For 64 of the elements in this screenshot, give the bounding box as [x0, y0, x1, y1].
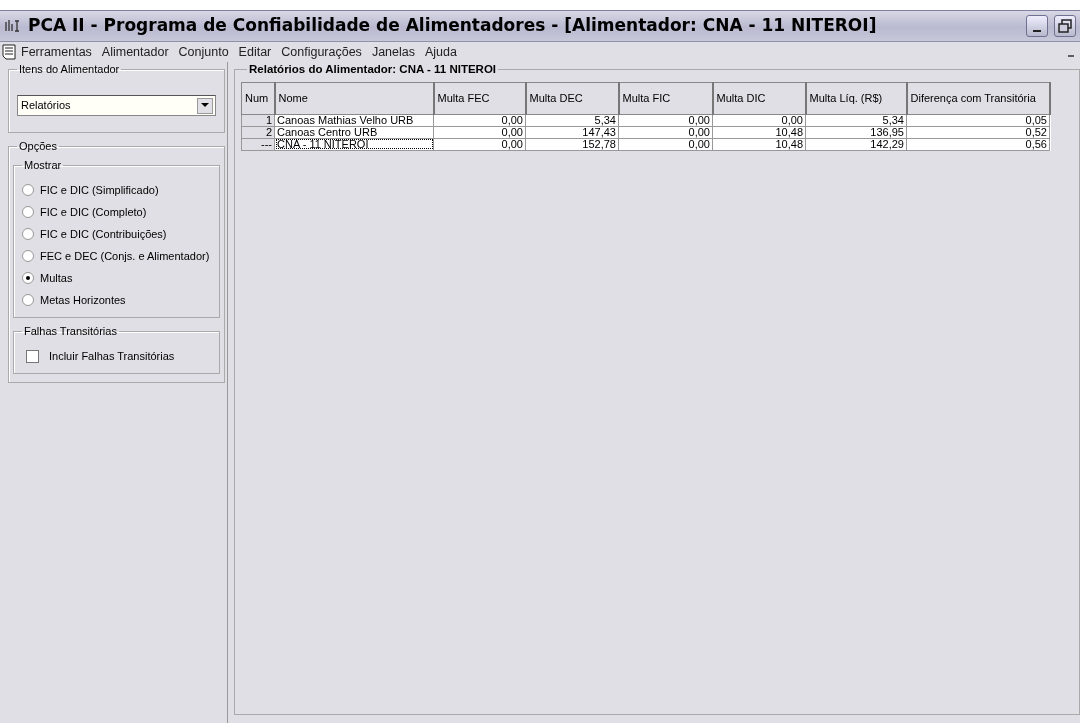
menu-item[interactable]: Conjunto: [173, 42, 234, 62]
group-title: Itens do Alimentador: [18, 64, 121, 75]
menu-item[interactable]: Editar: [233, 42, 277, 62]
table-cell: 136,95: [805, 126, 907, 138]
radio-button[interactable]: [22, 250, 34, 262]
radio-label: FIC e DIC (Simplificado): [40, 182, 159, 198]
radio-label: Metas Horizontes: [40, 292, 126, 308]
column-header[interactable]: Num: [241, 82, 275, 114]
column-header[interactable]: Multa DIC: [712, 82, 806, 114]
column-header[interactable]: Multa FEC: [433, 82, 526, 114]
table-cell: 0,00: [618, 138, 713, 150]
table-cell: 5,34: [805, 114, 907, 126]
table-cell: 147,43: [525, 126, 619, 138]
table-cell: CNA - 11 NITEROI: [274, 138, 434, 150]
radio-label: FIC e DIC (Completo): [40, 204, 147, 220]
column-header[interactable]: Multa DEC: [525, 82, 619, 114]
checkbox[interactable]: [26, 349, 39, 363]
group-title: Falhas Transitórias: [23, 326, 118, 337]
radio-button[interactable]: [22, 184, 34, 196]
table-cell: 0,00: [433, 138, 526, 150]
document-icon: [2, 44, 16, 60]
table-cell: 0,00: [618, 126, 713, 138]
menu-item[interactable]: Configurações: [276, 42, 367, 62]
group-title: Mostrar: [23, 160, 63, 171]
radio-label: FEC e DEC (Conjs. e Alimentador): [40, 248, 210, 264]
checkbox-label: Incluir Falhas Transitórias: [49, 348, 175, 364]
radio-label: FIC e DIC (Contribuições): [40, 226, 167, 242]
table-cell: 142,29: [805, 138, 907, 150]
table-cell: 152,78: [525, 138, 619, 150]
dropdown-value: Relatórios: [21, 98, 71, 114]
menu-item[interactable]: Alimentador: [96, 42, 174, 62]
table-cell: 0,56: [906, 138, 1050, 150]
minimize-button[interactable]: [1026, 15, 1048, 37]
radio-button[interactable]: [22, 206, 34, 218]
table-cell: 0,00: [433, 114, 526, 126]
panel-title: Relatórios do Alimentador: CNA - 11 NITEROI: [248, 64, 498, 76]
column-header[interactable]: Multa Líq. (R$): [805, 82, 907, 114]
table-cell: 0,00: [618, 114, 713, 126]
menu-item[interactable]: Ajuda: [419, 42, 462, 62]
minimize-icon: [1033, 30, 1041, 32]
table-cell: 0,05: [906, 114, 1050, 126]
table-cell: 5,34: [525, 114, 619, 126]
radio-button[interactable]: [22, 294, 34, 306]
radio-label: Multas: [40, 270, 73, 286]
window-title: PCA II - Programa de Confiabilidade de Alimentadores - [Alimentador: CNA - 11 NITEROI]: [28, 14, 877, 38]
restore-icon: [1058, 19, 1072, 33]
column-header[interactable]: Multa FIC: [618, 82, 713, 114]
dropdown[interactable]: Relatórios: [17, 95, 216, 116]
table-cell: Canoas Centro URB: [274, 126, 434, 138]
menu-item[interactable]: Janelas: [366, 42, 420, 62]
radio-button[interactable]: [22, 272, 34, 284]
restore-button[interactable]: [1054, 15, 1076, 37]
column-header[interactable]: Nome: [274, 82, 434, 114]
table-cell: Canoas Mathias Velho URB: [274, 114, 434, 126]
table-cell: 0,00: [712, 114, 806, 126]
column-header[interactable]: Diferença com Transitória: [906, 82, 1050, 114]
table-cell: 10,48: [712, 126, 806, 138]
app-icon: [4, 18, 22, 34]
table-cell: 10,48: [712, 138, 806, 150]
table-cell: 0,52: [906, 126, 1050, 138]
table-cell: 0,00: [433, 126, 526, 138]
menu-item[interactable]: Ferramentas: [16, 42, 97, 62]
group-title: Opções: [18, 141, 58, 152]
radio-button[interactable]: [22, 228, 34, 240]
